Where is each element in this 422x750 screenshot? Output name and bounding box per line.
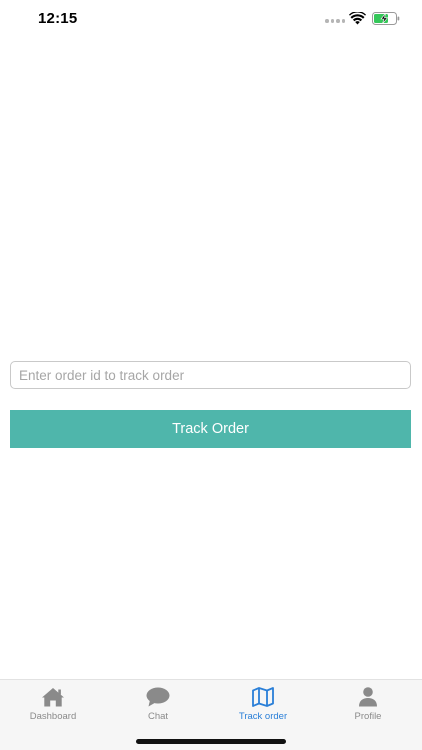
tab-label-profile: Profile	[354, 711, 382, 722]
tab-label-chat: Chat	[147, 711, 169, 722]
cellular-signal-icon	[325, 19, 345, 23]
order-id-input[interactable]	[10, 361, 411, 389]
chat-bubble-icon	[146, 687, 170, 707]
tab-profile[interactable]: Profile	[318, 686, 418, 726]
person-icon	[359, 687, 377, 707]
tab-chat[interactable]: Chat	[108, 686, 208, 726]
map-icon	[252, 687, 274, 707]
tab-track-order[interactable]: Track order	[213, 686, 313, 726]
tab-dashboard[interactable]: Dashboard	[3, 686, 103, 726]
battery-charging-icon	[372, 12, 400, 25]
status-time: 12:15	[38, 10, 78, 27]
track-order-screen: 12:15 Track Order Dashboard	[0, 0, 422, 750]
home-indicator	[136, 739, 286, 744]
tab-label-track-order: Track order	[238, 711, 288, 722]
track-order-button[interactable]: Track Order	[10, 410, 411, 448]
home-icon	[42, 688, 64, 707]
tab-label-dashboard: Dashboard	[29, 711, 77, 722]
wifi-icon	[349, 12, 366, 25]
status-bar: 12:15	[0, 0, 422, 40]
